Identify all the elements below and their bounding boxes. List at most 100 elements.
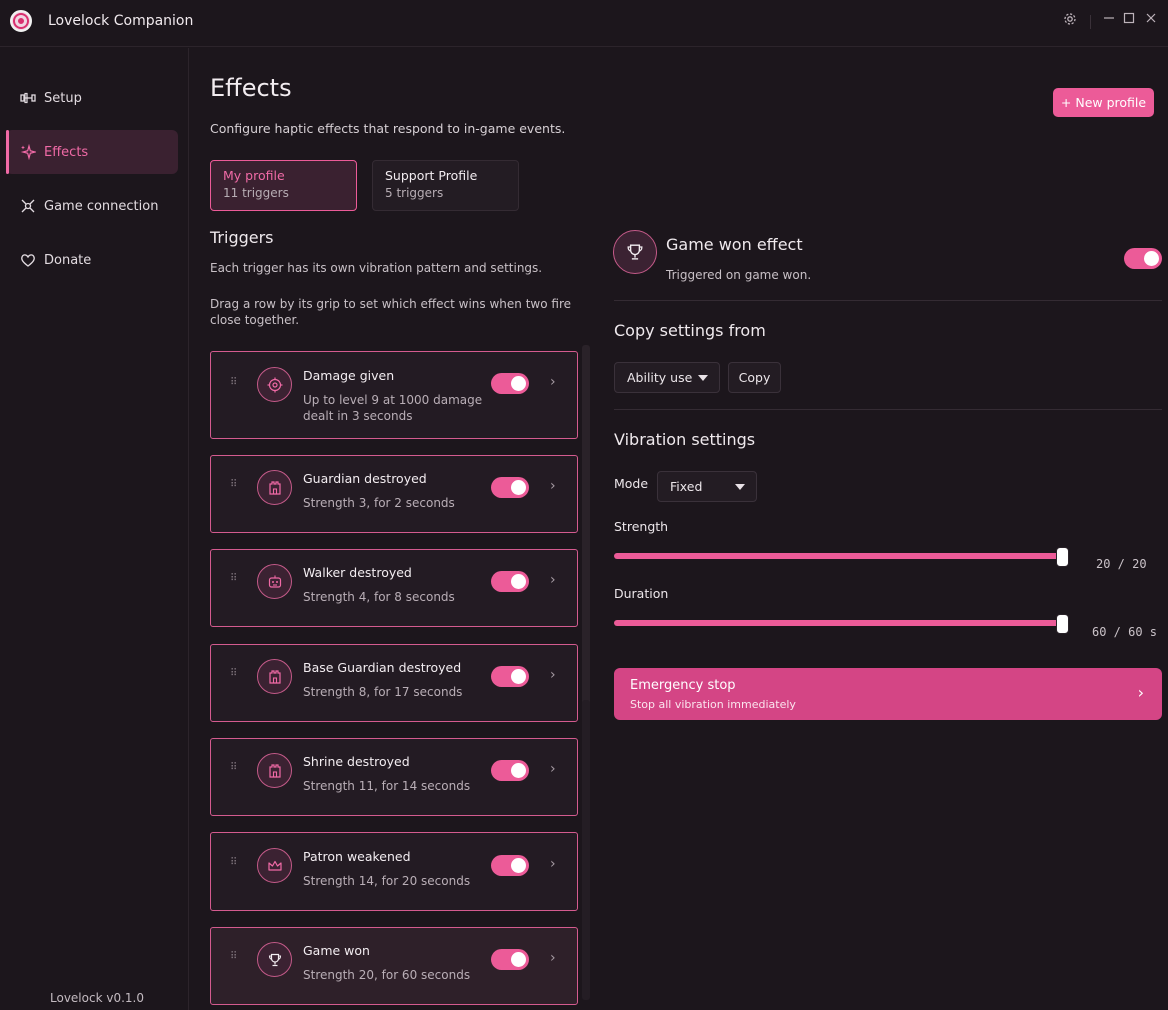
- title-bar: Lovelock Companion: [0, 0, 1168, 47]
- trophy-icon: [257, 942, 292, 977]
- triggers-description: Each trigger has its own vibration patte…: [210, 261, 543, 275]
- trigger-enabled-toggle[interactable]: [491, 477, 529, 498]
- new-profile-button[interactable]: + New profile: [1053, 88, 1154, 117]
- trigger-row-guardian-destroyed[interactable]: ⠿ Guardian destroyed Strength 3, for 2 s…: [210, 455, 578, 533]
- drag-grip-icon[interactable]: ⠿: [230, 669, 238, 683]
- profile-trigger-count: 11 triggers: [223, 186, 289, 200]
- trophy-icon: [613, 230, 657, 274]
- chevron-right-icon[interactable]: ›: [550, 761, 556, 777]
- dumbbell-icon: [20, 90, 36, 106]
- triggers-drag-hint: Drag a row by its grip to set which effe…: [210, 297, 571, 327]
- strength-slider-track[interactable]: [614, 553, 1063, 559]
- trigger-name: Shrine destroyed: [303, 754, 410, 769]
- duration-label: Duration: [614, 586, 669, 601]
- emergency-stop-button[interactable]: Emergency stop Stop all vibration immedi…: [614, 668, 1162, 720]
- trigger-row-walker-destroyed[interactable]: ⠿ Walker destroyed Strength 4, for 8 sec…: [210, 549, 578, 627]
- page-title: Effects: [210, 74, 292, 102]
- trigger-row-damage-given[interactable]: ⠿ Damage given Up to level 9 at 1000 dam…: [210, 351, 578, 439]
- drag-grip-icon[interactable]: ⠿: [230, 952, 238, 966]
- effect-enabled-toggle[interactable]: [1124, 248, 1162, 269]
- copy-source-value: Ability use: [627, 370, 693, 385]
- chevron-right-icon[interactable]: ›: [550, 950, 556, 966]
- trigger-name: Guardian destroyed: [303, 471, 427, 486]
- chevron-right-icon[interactable]: ›: [550, 572, 556, 588]
- tower-icon: [257, 753, 292, 788]
- drag-grip-icon[interactable]: ⠿: [230, 378, 238, 392]
- trigger-name: Walker destroyed: [303, 565, 412, 580]
- mode-label: Mode: [614, 476, 649, 491]
- section-divider: [614, 300, 1162, 301]
- strength-label: Strength: [614, 519, 669, 534]
- target-icon: [257, 367, 292, 402]
- trigger-enabled-toggle[interactable]: [491, 571, 529, 592]
- profile-name: My profile: [223, 168, 285, 183]
- profile-card-support-profile[interactable]: Support Profile 5 triggers: [372, 160, 519, 211]
- maximize-icon[interactable]: [1120, 12, 1138, 30]
- tower-icon: [257, 659, 292, 694]
- emergency-stop-title: Emergency stop: [630, 678, 736, 693]
- sidebar-item-effects[interactable]: Effects: [6, 130, 178, 174]
- section-divider: [614, 409, 1162, 410]
- chevron-right-icon[interactable]: ›: [550, 374, 556, 390]
- chevron-right-icon[interactable]: ›: [550, 478, 556, 494]
- trigger-description: Strength 3, for 2 seconds: [303, 496, 455, 510]
- duration-slider-handle[interactable]: [1056, 614, 1069, 634]
- trigger-description: Strength 11, for 14 seconds: [303, 779, 471, 793]
- settings-gear-icon[interactable]: [1061, 12, 1079, 30]
- sidebar: Setup Effects Game connection Donate Lov…: [0, 48, 189, 1010]
- drag-grip-icon[interactable]: ⠿: [230, 480, 238, 494]
- trigger-row-patron-weakened[interactable]: ⠿ Patron weakened Strength 14, for 20 se…: [210, 832, 578, 911]
- trigger-enabled-toggle[interactable]: [491, 760, 529, 781]
- effect-subtitle: Triggered on game won.: [666, 268, 812, 282]
- chevron-right-icon[interactable]: ›: [550, 667, 556, 683]
- drag-grip-icon[interactable]: ⠿: [230, 858, 238, 872]
- trigger-name: Patron weakened: [303, 849, 411, 864]
- chevron-right-icon[interactable]: ›: [550, 856, 556, 872]
- trigger-description: Strength 8, for 17 seconds: [303, 685, 463, 699]
- trigger-enabled-toggle[interactable]: [491, 949, 529, 970]
- caret-down-icon: [698, 375, 708, 381]
- triggers-scrollbar[interactable]: [582, 345, 590, 720]
- minimize-icon[interactable]: [1100, 12, 1118, 30]
- copy-settings-heading: Copy settings from: [614, 321, 766, 340]
- copy-button[interactable]: Copy: [728, 362, 781, 393]
- sidebar-item-label: Effects: [44, 144, 89, 160]
- trigger-enabled-toggle[interactable]: [491, 373, 529, 394]
- strength-readout: 20 / 20: [1096, 557, 1147, 571]
- heart-icon: [20, 252, 36, 268]
- trigger-description: Strength 14, for 20 seconds: [303, 874, 471, 888]
- emergency-stop-subtitle: Stop all vibration immediately: [630, 698, 796, 711]
- triggers-heading: Triggers: [210, 228, 274, 247]
- mode-value: Fixed: [670, 479, 703, 494]
- trigger-row-base-guardian-destroyed[interactable]: ⠿ Base Guardian destroyed Strength 8, fo…: [210, 644, 578, 722]
- profile-trigger-count: 5 triggers: [385, 186, 444, 200]
- trigger-description: Strength 20, for 60 seconds: [303, 968, 471, 982]
- connection-icon: [20, 198, 36, 214]
- close-icon[interactable]: [1142, 12, 1160, 30]
- copy-source-dropdown[interactable]: Ability use: [614, 362, 720, 393]
- mode-dropdown[interactable]: Fixed: [657, 471, 757, 502]
- strength-slider-handle[interactable]: [1056, 547, 1069, 567]
- trigger-row-game-won[interactable]: ⠿ Game won Strength 20, for 60 seconds ›: [210, 927, 578, 1005]
- sparkle-icon: [20, 143, 38, 161]
- trigger-name: Damage given: [303, 368, 395, 383]
- app-logo-icon: [10, 10, 32, 32]
- crown-icon: [257, 848, 292, 883]
- trigger-row-shrine-destroyed[interactable]: ⠿ Shrine destroyed Strength 11, for 14 s…: [210, 738, 578, 816]
- effect-title: Game won effect: [666, 235, 803, 254]
- drag-grip-icon[interactable]: ⠿: [230, 763, 238, 777]
- drag-grip-icon[interactable]: ⠿: [230, 574, 238, 588]
- chevron-right-icon: ›: [1137, 683, 1144, 702]
- sidebar-item-donate[interactable]: Donate: [6, 238, 178, 282]
- sidebar-item-setup[interactable]: Setup: [6, 76, 178, 120]
- caret-down-icon: [735, 484, 745, 490]
- triggers-scroll-track: [582, 700, 590, 1000]
- trigger-name: Game won: [303, 943, 370, 958]
- sidebar-item-game-connection[interactable]: Game connection: [6, 184, 178, 228]
- profile-card-my-profile[interactable]: My profile 11 triggers: [210, 160, 357, 211]
- titlebar-divider: [1090, 15, 1091, 29]
- profile-name: Support Profile: [385, 168, 478, 183]
- trigger-enabled-toggle[interactable]: [491, 666, 529, 687]
- duration-slider-track[interactable]: [614, 620, 1063, 626]
- trigger-enabled-toggle[interactable]: [491, 855, 529, 876]
